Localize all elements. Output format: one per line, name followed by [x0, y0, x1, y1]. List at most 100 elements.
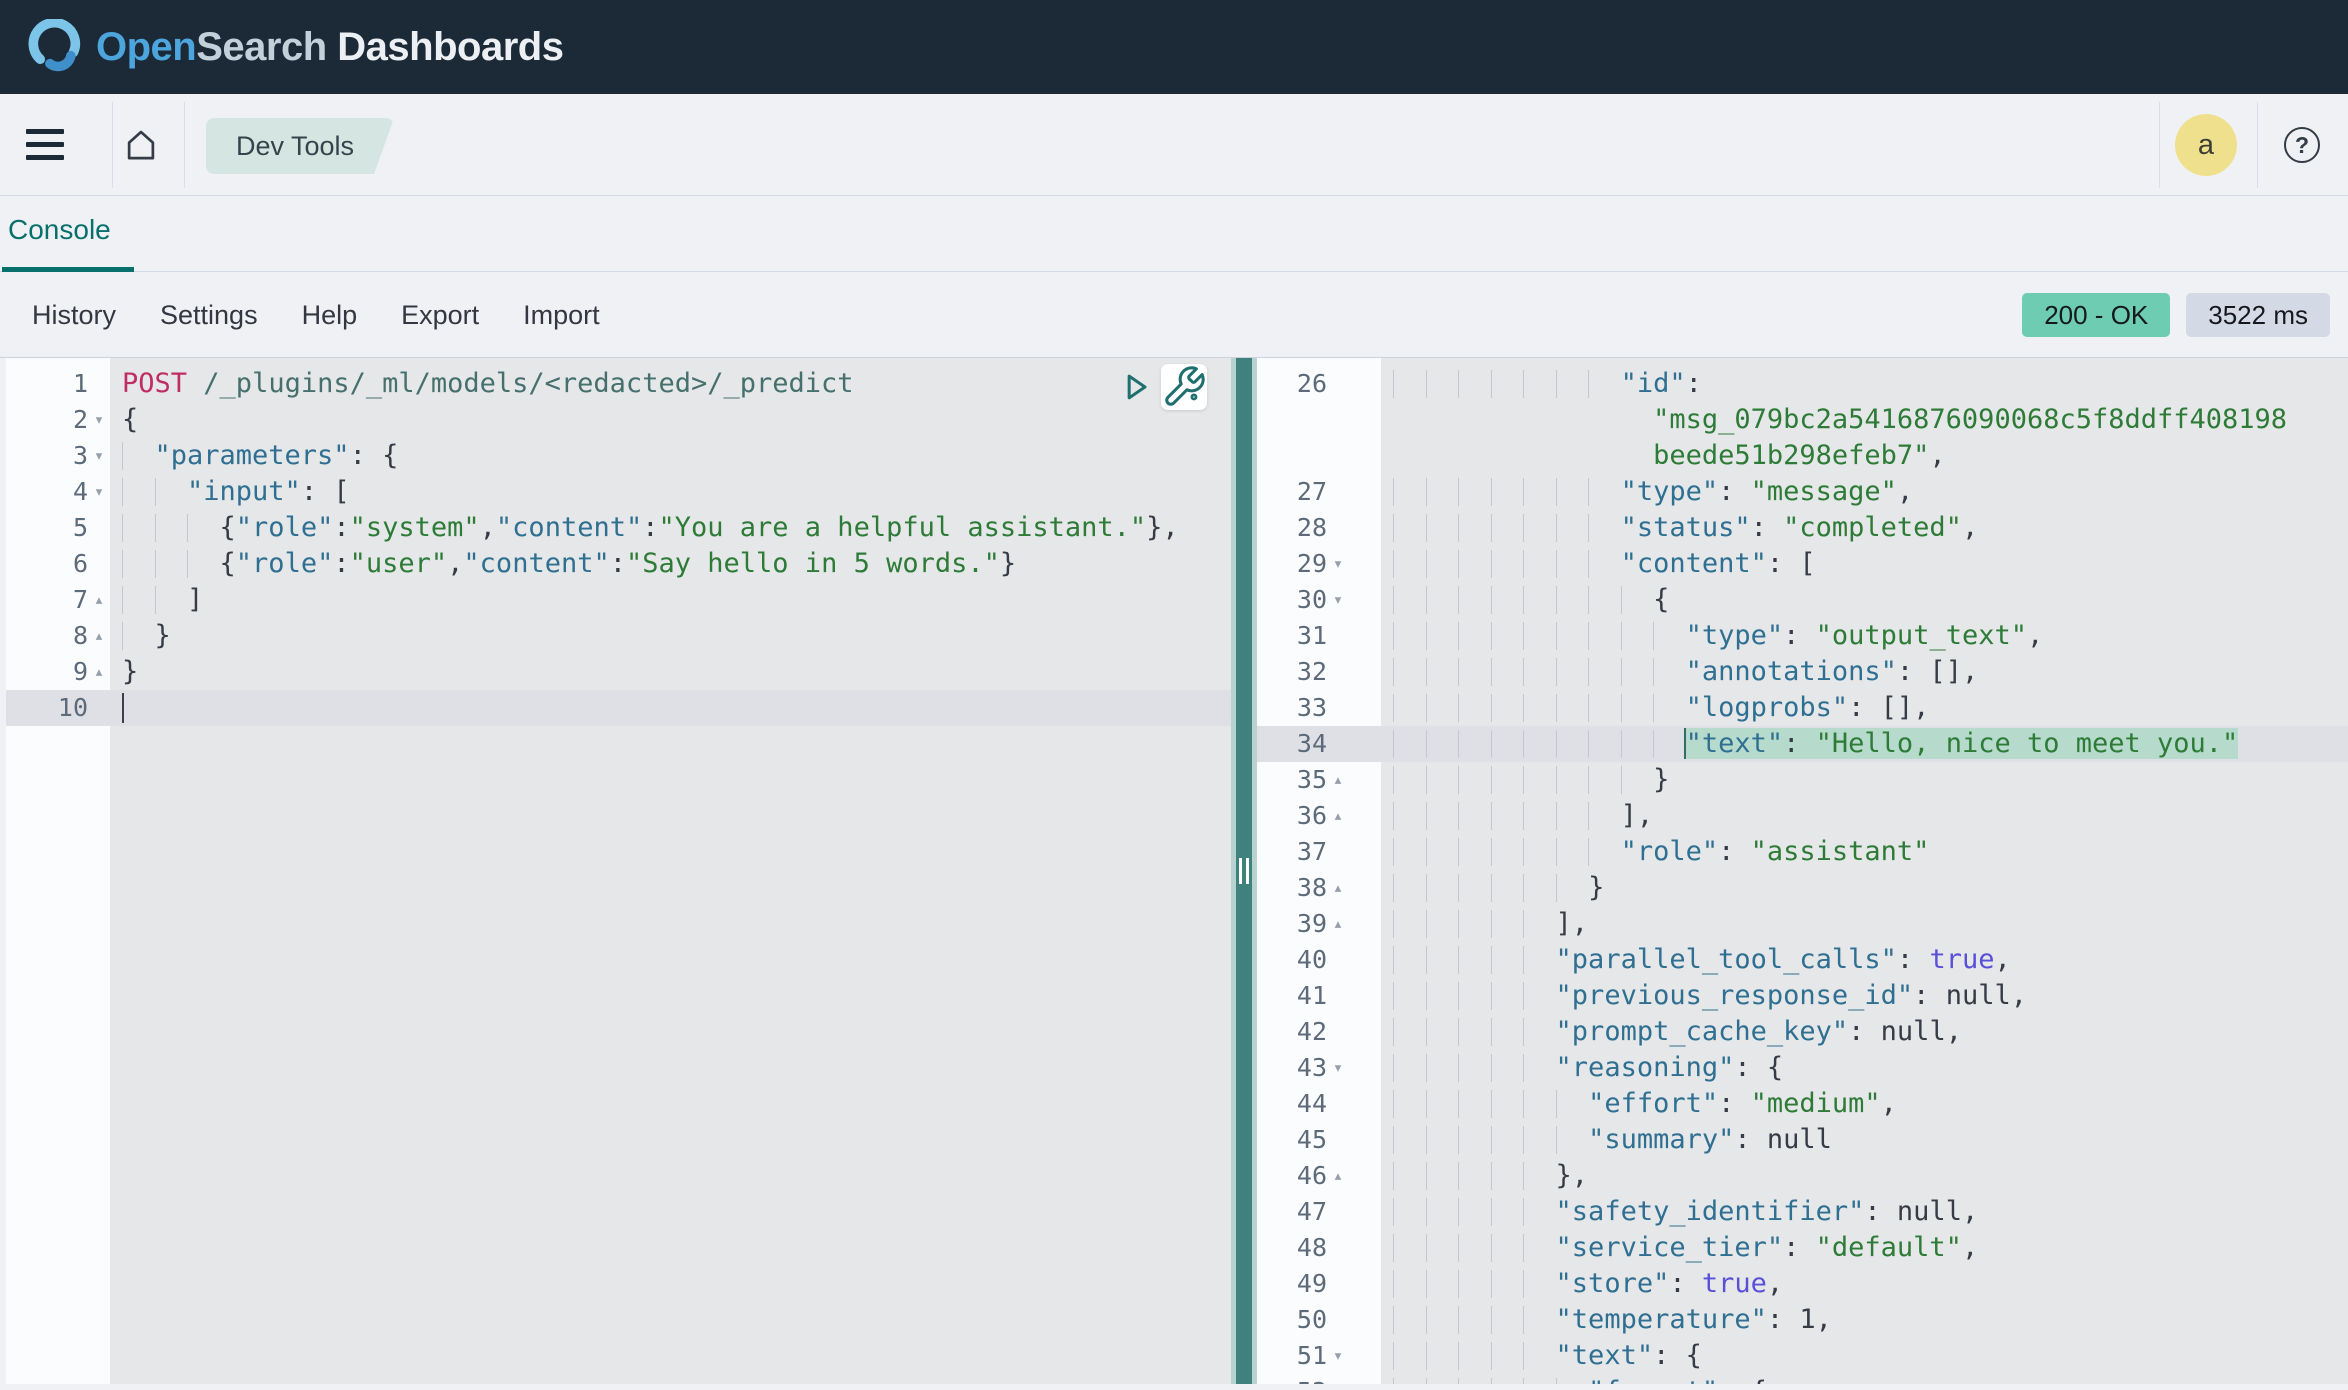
fold-toggle-icon[interactable]: ▾ [1327, 582, 1349, 618]
code-line[interactable]: {"role":"system","content":"You are a he… [110, 510, 1231, 546]
indent-guide [1556, 622, 1557, 650]
indent-guide [1458, 874, 1459, 902]
fold-toggle-icon[interactable]: ▾ [88, 474, 110, 510]
code-line[interactable]: "text": { [1381, 1338, 2348, 1374]
indent-guide [1621, 586, 1622, 614]
indent-guide [1426, 514, 1427, 542]
code-line[interactable]: } [110, 618, 1231, 654]
indent-guide [1458, 1270, 1459, 1298]
indent-guide [1556, 514, 1557, 542]
code-line[interactable]: "service_tier": "default", [1381, 1230, 2348, 1266]
indent-guide [1588, 802, 1589, 830]
code-line[interactable]: "parallel_tool_calls": true, [1381, 942, 2348, 978]
fold-toggle-icon[interactable]: ▾ [1327, 1338, 1349, 1374]
code-line[interactable]: "temperature": 1, [1381, 1302, 2348, 1338]
code-line[interactable]: beede51b298efeb7", [1381, 438, 2348, 474]
code-line[interactable]: "previous_response_id": null, [1381, 978, 2348, 1014]
code-line[interactable]: ] [110, 582, 1231, 618]
code-line[interactable]: {"role":"user","content":"Say hello in 5… [110, 546, 1231, 582]
tab-console[interactable]: Console [8, 214, 111, 246]
resize-grip-icon [1239, 858, 1249, 884]
fold-toggle-icon[interactable]: ▴ [1327, 798, 1349, 834]
indent-guide [1426, 1162, 1427, 1190]
code-token: : [], [1848, 692, 1929, 723]
code-line[interactable]: "summary": null [1381, 1122, 2348, 1158]
indent-guide [1621, 658, 1622, 686]
menu-item-history[interactable]: History [32, 300, 116, 331]
code-line[interactable]: { [1381, 582, 2348, 618]
code-line[interactable]: } [110, 654, 1231, 690]
fold-toggle-icon[interactable]: ▾ [1327, 1050, 1349, 1086]
code-line[interactable]: "prompt_cache_key": null, [1381, 1014, 2348, 1050]
gutter-cell: 51▾ [1257, 1338, 1381, 1374]
indent-guide [1491, 622, 1492, 650]
code-line[interactable]: "role": "assistant" [1381, 834, 2348, 870]
code-token: null [1767, 1124, 1832, 1155]
code-token: : [1718, 836, 1751, 867]
code-line[interactable]: "id": [1381, 366, 2348, 402]
code-token: : [1783, 1232, 1816, 1263]
code-line[interactable]: "parameters": { [110, 438, 1231, 474]
indent-guide [1491, 370, 1492, 398]
menu-item-help[interactable]: Help [302, 300, 358, 331]
menu-item-export[interactable]: Export [401, 300, 479, 331]
line-number: 37 [1257, 834, 1327, 870]
code-line[interactable]: "content": [ [1381, 546, 2348, 582]
code-line[interactable]: ], [1381, 906, 2348, 942]
code-line[interactable]: "text": "Hello, nice to meet you." [1381, 726, 2348, 762]
code-line[interactable]: "annotations": [], [1381, 654, 2348, 690]
fold-toggle-icon[interactable]: ▴ [88, 654, 110, 690]
menu-item-import[interactable]: Import [523, 300, 600, 331]
text-cursor [122, 693, 124, 723]
menu-item-settings[interactable]: Settings [160, 300, 258, 331]
line-number: 7 [6, 582, 88, 618]
code-line[interactable]: "safety_identifier": null, [1381, 1194, 2348, 1230]
fold-toggle-icon [1327, 690, 1349, 726]
fold-toggle-icon[interactable]: ▾ [88, 402, 110, 438]
code-line[interactable]: "status": "completed", [1381, 510, 2348, 546]
line-number: 1 [6, 366, 88, 402]
code-line[interactable]: "input": [ [110, 474, 1231, 510]
code-line[interactable]: }, [1381, 1158, 2348, 1194]
menu-hamburger-icon[interactable] [26, 129, 64, 161]
indent-guide [1491, 514, 1492, 542]
fold-toggle-icon[interactable]: ▴ [1327, 870, 1349, 906]
response-viewer[interactable]: "id":"msg_079bc2a5416876090068c5f8ddff40… [1381, 358, 2348, 1384]
code-line[interactable]: ], [1381, 798, 2348, 834]
code-token: : [], [1897, 656, 1978, 687]
home-icon[interactable] [122, 126, 160, 164]
fold-toggle-icon [1327, 618, 1349, 654]
fold-toggle-icon[interactable]: ▾ [88, 438, 110, 474]
request-editor[interactable]: POST /_plugins/_ml/models/<redacted>/_pr… [110, 358, 1231, 1384]
fold-toggle-icon[interactable]: ▴ [1327, 762, 1349, 798]
avatar[interactable]: a [2175, 114, 2237, 176]
code-line[interactable]: "store": true, [1381, 1266, 2348, 1302]
fold-toggle-icon[interactable]: ▾ [1327, 546, 1349, 582]
top-banner: OpenSearch Dashboards [0, 0, 2348, 94]
code-token: "Say hello in 5 words." [626, 548, 1000, 579]
fold-toggle-icon[interactable]: ▴ [88, 618, 110, 654]
fold-toggle-icon[interactable]: ▴ [1327, 906, 1349, 942]
code-line[interactable]: } [1381, 762, 2348, 798]
code-line[interactable]: "type": "message", [1381, 474, 2348, 510]
code-line[interactable] [110, 690, 1231, 726]
code-line[interactable]: "logprobs": [], [1381, 690, 2348, 726]
help-icon[interactable]: ? [2284, 127, 2320, 163]
fold-toggle-icon[interactable]: ▴ [1327, 1158, 1349, 1194]
indent-guide [1458, 586, 1459, 614]
breadcrumb-dev-tools[interactable]: Dev Tools [206, 118, 394, 174]
code-line[interactable]: "reasoning": { [1381, 1050, 2348, 1086]
indent-guide [1393, 1126, 1394, 1154]
code-line[interactable]: "format": { [1381, 1374, 2348, 1384]
code-line[interactable]: POST /_plugins/_ml/models/<redacted>/_pr… [110, 366, 1231, 402]
panel-resize-handle[interactable] [1231, 358, 1257, 1384]
code-line[interactable]: } [1381, 870, 2348, 906]
code-line[interactable]: "effort": "medium", [1381, 1086, 2348, 1122]
code-line[interactable]: "type": "output_text", [1381, 618, 2348, 654]
code-line[interactable]: { [110, 402, 1231, 438]
fold-toggle-icon[interactable]: ▴ [88, 582, 110, 618]
code-token: "content" [496, 512, 642, 543]
indent-guide [1458, 694, 1459, 722]
indent-guide [1458, 1162, 1459, 1190]
code-line[interactable]: "msg_079bc2a5416876090068c5f8ddff408198 [1381, 402, 2348, 438]
